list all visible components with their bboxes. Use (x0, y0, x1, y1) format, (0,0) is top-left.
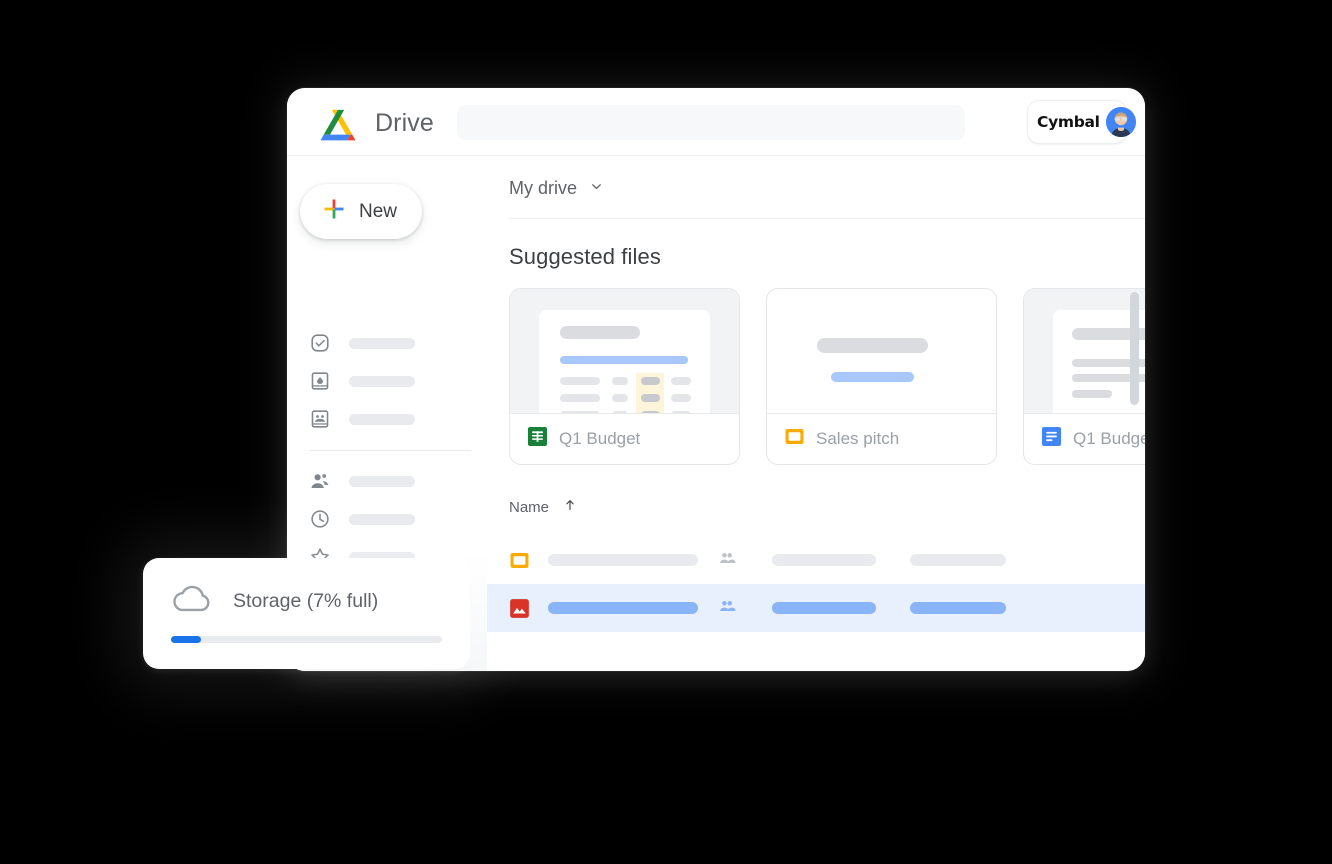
clock-icon (309, 508, 331, 530)
placeholder-bar (817, 338, 928, 353)
storage-label: Storage (7% full) (233, 589, 379, 612)
row-name-placeholder (548, 554, 698, 566)
placeholder-bar (560, 394, 600, 402)
card-file-name: Q1 Budget (559, 429, 641, 448)
sidebar-divider (309, 450, 471, 451)
storage-progress-fill (171, 636, 201, 643)
placeholder-bar (612, 377, 628, 385)
placeholder-bar (831, 372, 914, 382)
placeholder-bar (641, 377, 660, 385)
table-row[interactable] (487, 584, 1145, 632)
google-drive-logo[interactable] (315, 107, 361, 147)
suggested-file-card[interactable]: Q1 Budget (509, 288, 740, 465)
row-name-placeholder (548, 602, 698, 614)
vertical-scrollbar[interactable] (1130, 292, 1139, 405)
storage-card[interactable]: Storage (7% full) (143, 558, 470, 669)
people-icon (718, 597, 736, 620)
suggested-file-card[interactable]: Sales pitch (766, 288, 997, 465)
breadcrumb-divider (509, 218, 1145, 219)
placeholder-bar (560, 377, 600, 385)
screenshot-stage: Drive Cymbal New My drive Suggested file… (0, 0, 1332, 864)
people-icon (718, 549, 736, 572)
shared-drives-icon (309, 408, 331, 430)
placeholder-bar (612, 394, 628, 402)
new-button-label: New (359, 200, 398, 222)
card-preview-slide (767, 289, 996, 413)
drive-home-icon (309, 370, 331, 392)
row-cell-placeholder (772, 554, 876, 566)
row-cell-placeholder (772, 602, 876, 614)
card-footer: Sales pitch (767, 413, 996, 464)
sidebar-item-label (349, 513, 415, 525)
row-cell-placeholder (910, 602, 1006, 614)
spreadsheet-page (539, 310, 710, 413)
sidebar-item-shared-with-me[interactable] (309, 462, 479, 500)
plus-icon (322, 197, 346, 226)
suggested-file-card[interactable]: Q1 Budget (1023, 288, 1145, 465)
breadcrumb-label: My drive (509, 178, 578, 198)
cloud-icon (171, 583, 215, 619)
card-footer: Q1 Budget (1024, 413, 1145, 464)
card-file-name: Q1 Budget (1073, 429, 1145, 448)
table-row[interactable] (487, 536, 1145, 584)
card-file-name: Sales pitch (816, 429, 900, 448)
page-title: Suggested files (509, 244, 661, 269)
placeholder-bar (1072, 390, 1112, 398)
placeholder-bar (671, 377, 691, 385)
placeholder-bar (560, 356, 688, 364)
column-header-label: Name (509, 499, 550, 516)
sidebar-item-label (349, 337, 415, 349)
google-slides-icon (784, 426, 805, 452)
card-preview-document (1024, 289, 1145, 413)
google-sheets-icon (527, 426, 548, 452)
brand-label: Cymbal (1037, 113, 1100, 131)
chevron-down-icon[interactable] (589, 179, 604, 199)
suggested-files-list: Q1 Budget Sales pitch Q1 Budg (509, 288, 1145, 465)
sidebar-item-label (349, 475, 415, 487)
search-input[interactable] (457, 105, 965, 140)
app-title: Drive (375, 109, 434, 137)
card-preview-spreadsheet (510, 289, 739, 413)
sidebar-item-my-drive[interactable] (309, 362, 479, 400)
image-file-icon (509, 598, 530, 619)
new-button[interactable]: New (300, 184, 422, 239)
placeholder-bar (671, 411, 691, 413)
google-docs-icon (1041, 426, 1062, 452)
storage-header: Storage (7% full) (171, 583, 442, 619)
placeholder-bar (641, 411, 660, 413)
column-header-name[interactable]: Name (509, 498, 577, 517)
avatar[interactable] (1105, 107, 1136, 137)
app-header: Drive Cymbal (287, 88, 1145, 156)
placeholder-bar (641, 394, 660, 402)
sidebar-item-priority[interactable] (309, 324, 479, 362)
sidebar-item-label (349, 375, 415, 387)
sidebar-item-recent[interactable] (309, 500, 479, 538)
card-footer: Q1 Budget (510, 413, 739, 464)
breadcrumb[interactable]: My drive (509, 178, 604, 199)
storage-progress-track[interactable] (171, 636, 442, 643)
placeholder-bar (671, 394, 691, 402)
main-content: My drive Suggested files Q1 Budget Sales… (487, 156, 1145, 671)
sidebar-item-shared-drives[interactable] (309, 400, 479, 438)
people-icon (309, 470, 331, 492)
account-chip[interactable]: Cymbal (1027, 100, 1136, 144)
google-slides-icon (509, 550, 530, 571)
row-cell-placeholder (910, 554, 1006, 566)
placeholder-bar (560, 411, 600, 413)
placeholder-bar (560, 326, 640, 339)
placeholder-bar (612, 411, 628, 413)
check-circle-icon (309, 332, 331, 354)
sidebar-item-label (349, 413, 415, 425)
sort-arrow-up-icon[interactable] (563, 498, 577, 517)
